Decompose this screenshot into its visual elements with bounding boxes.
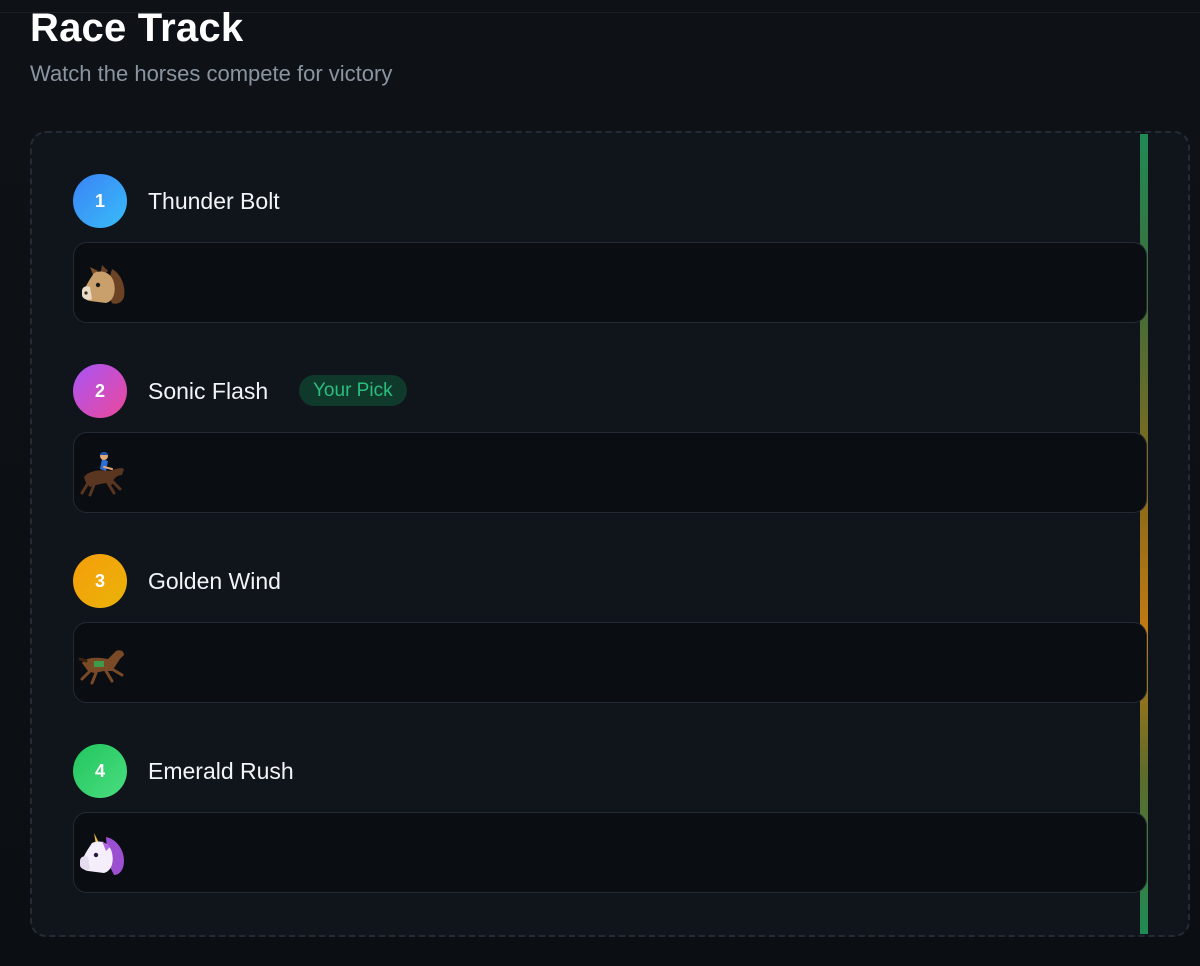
unicorn-icon	[80, 833, 124, 875]
your-pick-badge: Your Pick	[299, 375, 407, 406]
lane-number-badge: 2	[73, 364, 127, 418]
horse-name: Emerald Rush	[148, 758, 294, 784]
page-subtitle: Watch the horses compete for victory	[30, 61, 393, 86]
horse-name: Golden Wind	[148, 568, 281, 594]
lane-track	[73, 242, 1147, 323]
lane-1: 1 Thunder Bolt	[73, 174, 1147, 324]
lane-2: 2 Sonic Flash Your Pick	[73, 364, 1147, 514]
lane-4: 4 Emerald Rush	[73, 744, 1147, 894]
lane-number-badge: 1	[73, 174, 127, 228]
running-horse-icon	[78, 650, 124, 685]
page-title: Race Track	[30, 6, 244, 50]
lane-track	[73, 622, 1147, 703]
race-page: Race Track Watch the horses compete for …	[0, 0, 1200, 966]
horse-name: Thunder Bolt	[148, 188, 280, 214]
horse-name: Sonic Flash	[148, 378, 269, 404]
lane-track	[73, 812, 1147, 893]
lane-header: 3 Golden Wind	[73, 554, 1147, 608]
lane-track	[73, 432, 1147, 513]
lane-number-badge: 4	[73, 744, 127, 798]
lane-header: 1 Thunder Bolt	[73, 174, 1147, 228]
lane-header: 4 Emerald Rush	[73, 744, 1147, 798]
lane-3: 3 Golden Wind	[73, 554, 1147, 704]
lane-header: 2 Sonic Flash Your Pick	[73, 364, 1147, 418]
horse-face-icon	[82, 265, 125, 304]
lane-number-badge: 3	[73, 554, 127, 608]
horse-racing-jockey-icon	[80, 452, 124, 497]
